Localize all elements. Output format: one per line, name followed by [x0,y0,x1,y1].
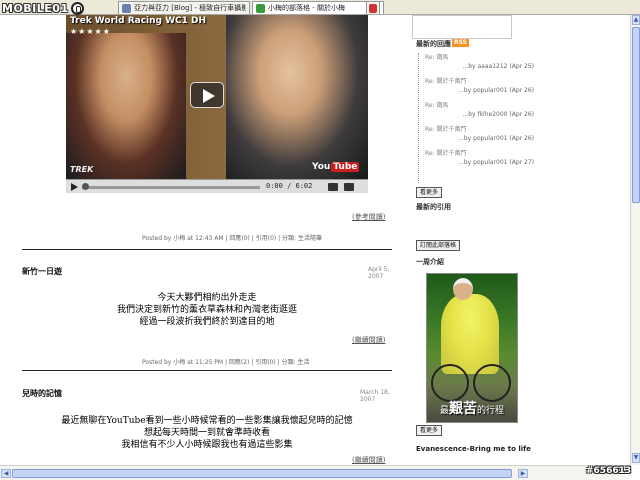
comment-by: ...by popular001 (Apr 26) [458,87,534,94]
comment-by: ...by fklhe2000 (Apr 26) [462,111,534,118]
rider-right-figure [226,15,368,179]
read-more-link[interactable]: (繼續閱讀) [352,335,385,345]
rider-head-figure [453,278,473,300]
post-line: 最近無聊在YouTube看到一些小時候常看的一些影集讓我懷起兒時的記憶 [61,416,353,426]
comment-head[interactable]: Re: 鐵馬 [425,53,534,62]
post-line: 想起每天時間一到就會準時收看 [143,428,270,438]
comment-head[interactable]: Re: 關於千萬門 [425,77,534,86]
browser-window: MOBILE01 亞力與亞力 [Blog] - 極致自行車攝影部落格 小梅的部落… [0,0,640,480]
rider-raincoat-figure [441,294,499,374]
video-rating-stars: ★★★★★ [70,27,111,36]
view-more-button[interactable]: 看更多 [416,187,443,198]
scroll-right-icon[interactable]: ▶ [518,469,528,478]
list-item[interactable]: Re: 鐵馬 ...by aaaa1212 (Apr 25) [419,53,534,77]
list-item[interactable]: Re: 關於千萬門 ...by popular001 (Apr 26) [419,77,534,101]
mobile01-brand: MOBILE01 [2,1,84,16]
subscribe-button[interactable]: 訂閱此部落格 [416,240,461,251]
tab-xiaomei[interactable]: 小梅的部落格 - 關於小梅 x [252,1,384,14]
post-body: 今天大夥們相約出外走走 我們決定到新竹的薰衣草森林和內灣老街逛逛 經過一段波折我… [22,292,392,328]
caption-prefix: 最 [439,406,449,416]
read-more-link[interactable]: (繼續閱讀) [352,455,385,465]
post-meta[interactable]: Posted by 小梅 at 12:43 AM | 回應(0) | 引用(0)… [142,233,392,242]
main-column: Trek World Racing WC1 DH ★★★★★ TREK You T… [22,15,392,465]
video-time: 0:00 / 6:02 [266,182,313,190]
horizontal-scrollbar[interactable]: ◀ ▶ [0,465,630,480]
post-line: 經過一段波折我們終於到達目的地 [139,317,275,327]
horizontal-scroll-thumb[interactable] [12,469,512,478]
mobile01-logo-icon [70,2,84,15]
post-line: 我相信有不少人小時候跟我也有過這些影集 [121,440,293,450]
read-more-link[interactable]: (參考閱讀) [352,212,385,222]
video-controls: 0:00 / 6:02 [66,179,368,193]
post-line: 今天大夥們相約出外走走 [157,293,257,303]
vertical-scroll-thumb[interactable] [632,27,640,203]
watermark: #656613 [586,466,632,476]
recent-comments-list: Re: 鐵馬 ...by aaaa1212 (Apr 25) Re: 關於千萬門… [418,53,534,183]
tab-label: 亞力與亞力 [Blog] - 極致自行車攝影部落格 [134,4,246,12]
now-playing-song: Evanescence-Bring me to life [416,445,531,453]
tab-bar: MOBILE01 亞力與亞力 [Blog] - 極致自行車攝影部落格 小梅的部落… [0,0,640,15]
caption-suffix: 的行程 [477,406,505,416]
fullscreen-icon[interactable] [344,183,354,191]
view-more-photos-button[interactable]: 看更多 [416,425,443,436]
post-meta[interactable]: Posted by 小梅 at 11:25 PM | 回應(2) | 引用(0)… [142,357,392,366]
bike-wheel [473,364,511,402]
bike-wheel [431,364,469,402]
post-title[interactable]: 兒時的記憶 [22,388,62,399]
youtube-tube: Tube [331,162,360,172]
post-divider [22,370,392,371]
rss-badge[interactable]: RSS [452,39,469,47]
post-title[interactable]: 新竹一日遊 [22,266,62,277]
tab-new[interactable] [366,1,380,14]
youtube-you: You [312,162,331,172]
youtube-logo[interactable]: You Tube [312,162,360,172]
list-item[interactable]: Re: 關於千萬門 ...by popular001 (Apr 26) [419,125,534,149]
blog-favicon-icon [256,3,265,13]
video-frame[interactable]: Trek World Racing WC1 DH ★★★★★ TREK You T… [66,15,368,179]
play-overlay-icon[interactable] [190,82,224,108]
list-item[interactable]: Re: 鐵馬 ...by fklhe2000 (Apr 26) [419,101,534,125]
seek-bar[interactable] [82,183,260,190]
post-divider [22,249,392,250]
video-title[interactable]: Trek World Racing WC1 DH [70,16,206,26]
caption-big: 艱苦 [449,401,477,417]
sidebar-panel [412,15,512,39]
recent-trackbacks-title: 最新的引用 [416,203,451,211]
comment-by: ...by aaaa1212 (Apr 25) [462,63,534,70]
vertical-scrollbar[interactable]: ▲ ▼ [630,15,640,465]
volume-icon[interactable] [328,183,338,191]
photo-caption: 最艱苦的行程 [427,398,517,418]
featured-photo[interactable]: 最艱苦的行程 [426,273,518,423]
recent-comments-title: 最新的回應 [416,40,451,48]
comment-head[interactable]: Re: 鐵馬 [425,101,534,110]
post-body: 最近無聊在YouTube看到一些小時候常看的一些影集讓我懷起兒時的記憶 想起每天… [22,415,392,451]
scroll-left-icon[interactable]: ◀ [1,469,11,478]
featured-title: 一周介紹 [416,258,444,266]
new-tab-icon [369,3,377,13]
list-item[interactable]: Re: 關於千萬門 ...by popular001 (Apr 27) [419,149,534,173]
scroll-up-icon[interactable]: ▲ [632,15,640,25]
comment-head[interactable]: Re: 關於千萬門 [425,125,534,134]
post-date: March 18, 2007 [360,389,390,403]
youtube-video-player[interactable]: Trek World Racing WC1 DH ★★★★★ TREK You T… [66,15,368,193]
comment-by: ...by popular001 (Apr 27) [458,159,534,166]
play-icon[interactable] [71,183,78,191]
comment-head[interactable]: Re: 關於千萬門 [425,149,534,158]
comment-by: ...by popular001 (Apr 26) [458,135,534,142]
seek-knob[interactable] [82,183,89,190]
tab-blog[interactable]: 亞力與亞力 [Blog] - 極致自行車攝影部落格 [118,1,250,14]
tab-label: 小梅的部落格 - 關於小梅 [268,4,345,12]
rider-left-figure [66,33,186,179]
post-line: 我們決定到新竹的薰衣草森林和內灣老街逛逛 [116,305,297,315]
scroll-down-icon[interactable]: ▼ [632,453,640,463]
blog-favicon-icon [122,3,131,13]
post-date: April 5, 2007 [368,266,390,280]
trek-logo: TREK [70,165,94,174]
brand-wordmark: MOBILE01 [2,2,69,15]
page-content: Trek World Racing WC1 DH ★★★★★ TREK You T… [0,15,630,465]
sidebar: 最新的回應 RSS Re: 鐵馬 ...by aaaa1212 (Apr 25)… [412,15,630,465]
